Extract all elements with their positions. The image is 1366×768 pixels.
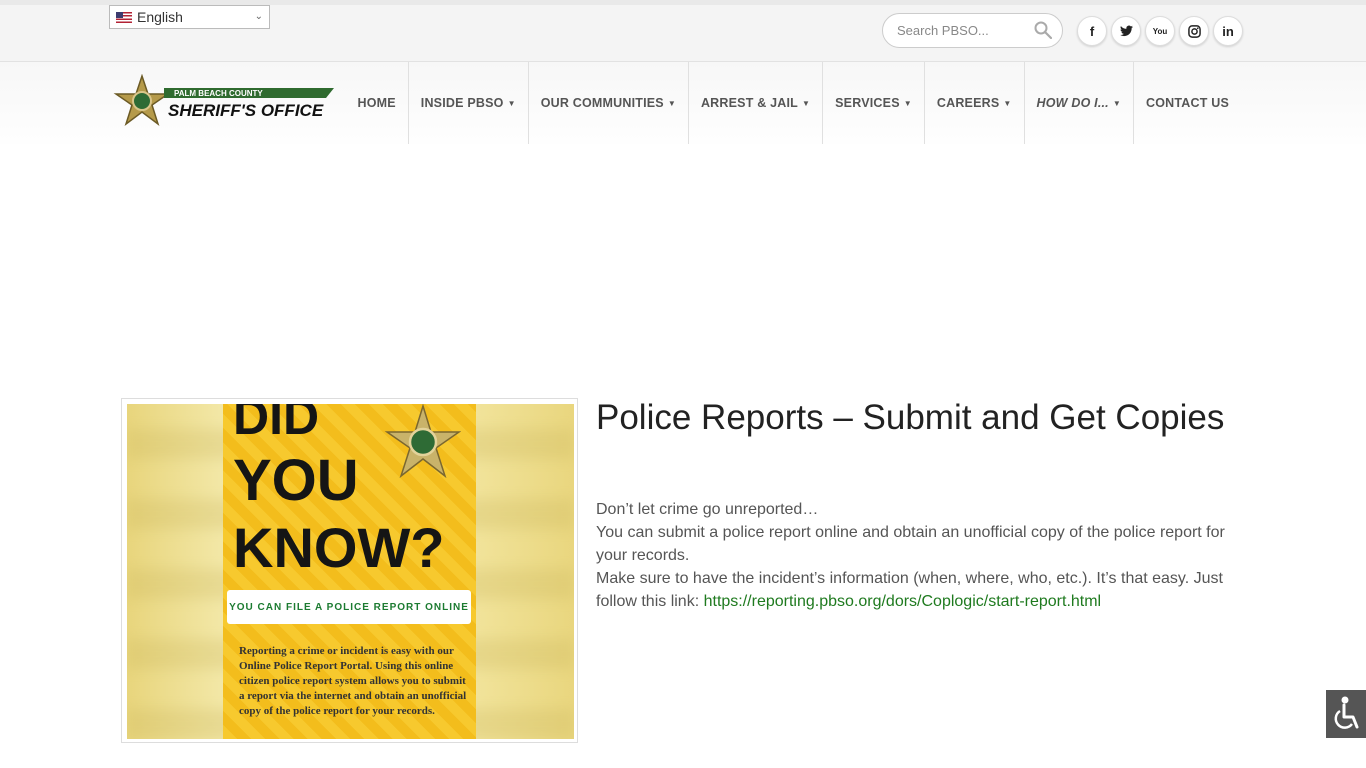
caret-down-icon: ▼: [903, 98, 912, 108]
nav-arrest-jail[interactable]: ARREST & JAIL ▼: [687, 62, 822, 144]
caret-down-icon: ▼: [507, 98, 516, 108]
article-paragraph-2: You can submit a police report online an…: [596, 524, 1225, 564]
poster-line1: DID: [233, 404, 320, 445]
caret-down-icon: ▼: [1112, 98, 1121, 108]
poster-description: Reporting a crime or incident is easy wi…: [239, 645, 467, 717]
nav-home[interactable]: HOME: [345, 62, 407, 144]
us-flag-icon: [116, 11, 132, 23]
article-image: DID YOU KNOW? YOU CAN FILE A POLICE REPO…: [127, 404, 574, 739]
nav-contact-us[interactable]: CONTACT US: [1132, 62, 1241, 144]
chevron-down-icon: ⌄: [254, 11, 263, 22]
twitter-icon[interactable]: [1111, 16, 1141, 46]
logo-line2: SHERIFF'S OFFICE: [168, 101, 324, 120]
wheelchair-icon: [1334, 696, 1359, 729]
search-input[interactable]: [895, 22, 1029, 39]
accessibility-button[interactable]: [1326, 690, 1366, 738]
search-box: [882, 13, 1063, 48]
youtube-icon[interactable]: You: [1145, 16, 1175, 46]
caret-down-icon: ▼: [1003, 98, 1012, 108]
linkedin-icon[interactable]: in: [1213, 16, 1243, 46]
language-selector[interactable]: English ⌄: [109, 5, 270, 29]
poster-line2: YOU: [233, 448, 359, 513]
primary-nav: HOME INSIDE PBSO ▼ OUR COMMUNITIES ▼ ARRES…: [345, 62, 1241, 144]
did-you-know-poster: DID YOU KNOW? YOU CAN FILE A POLICE REPO…: [223, 404, 476, 739]
caret-down-icon: ▼: [667, 98, 676, 108]
nav-our-communities[interactable]: OUR COMMUNITIES ▼: [527, 62, 688, 144]
article-title: Police Reports – Submit and Get Copies: [596, 398, 1225, 437]
sheriff-badge-icon: [384, 404, 461, 479]
article-paragraph-1: Don’t let crime go unreported…: [596, 501, 819, 518]
nav-inside-pbso[interactable]: INSIDE PBSO ▼: [407, 62, 528, 144]
language-label: English: [137, 9, 183, 25]
nav-services[interactable]: SERVICES ▼: [822, 62, 924, 144]
instagram-icon[interactable]: [1179, 16, 1209, 46]
caret-down-icon: ▼: [802, 98, 811, 108]
article-body: Don’t let crime go unreported… You can s…: [596, 498, 1236, 613]
logo-line1: PALM BEACH COUNTY: [174, 89, 263, 98]
facebook-icon[interactable]: f: [1077, 16, 1107, 46]
start-report-link[interactable]: https://reporting.pbso.org/dors/Coplogic…: [704, 593, 1102, 610]
main-navbar: PALM BEACH COUNTY SHERIFF'S OFFICE HOME …: [0, 62, 1366, 144]
search-icon[interactable]: [1034, 21, 1052, 39]
sheriffs-office-logo[interactable]: PALM BEACH COUNTY SHERIFF'S OFFICE: [112, 74, 337, 134]
poster-banner: YOU CAN FILE A POLICE REPORT ONLINE: [227, 590, 471, 624]
nav-careers[interactable]: CAREERS ▼: [923, 62, 1024, 144]
top-bar: English ⌄ f You in: [0, 5, 1366, 62]
article-paragraph-3: Make sure to have the incident’s informa…: [596, 570, 1223, 610]
nav-how-do-i[interactable]: HOW DO I... ▼: [1023, 62, 1133, 144]
article-image-frame: DID YOU KNOW? YOU CAN FILE A POLICE REPO…: [121, 398, 578, 743]
poster-line3: KNOW?: [233, 516, 445, 579]
